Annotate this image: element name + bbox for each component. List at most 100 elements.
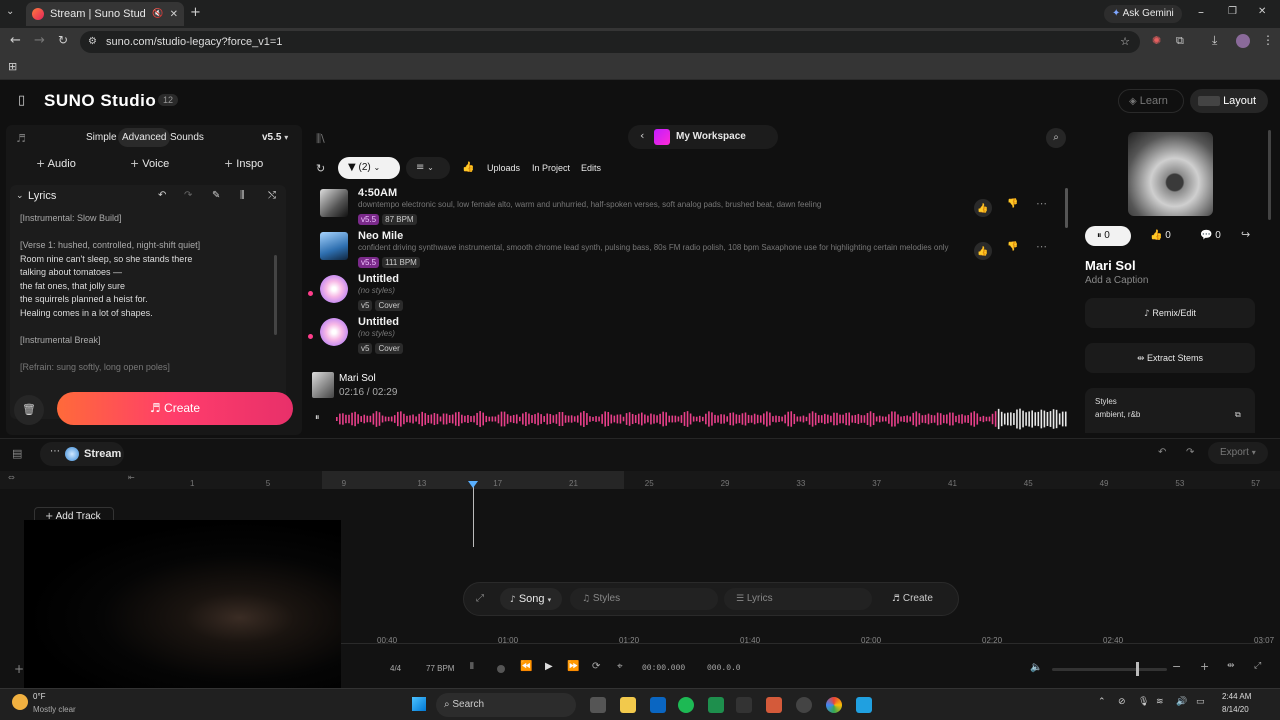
dislike-icon[interactable]: 👎 (1007, 242, 1018, 252)
track-list-scrollbar[interactable] (1065, 188, 1068, 228)
timeline-redo-icon[interactable]: ↷ (1186, 447, 1194, 458)
zoom-slider-thumb[interactable] (1136, 662, 1139, 676)
weather-icon[interactable] (12, 694, 28, 710)
lyrics-scrollbar[interactable] (274, 255, 277, 335)
copy-icon[interactable]: ⧉ (1235, 410, 1241, 420)
chevron-left-icon[interactable]: ‹ (640, 129, 644, 142)
library-panel-icon[interactable]: ⫼\ (316, 132, 325, 146)
share-icon[interactable]: ↪ (1241, 228, 1250, 241)
dislike-icon[interactable]: 👎 (1007, 199, 1018, 209)
github-icon[interactable] (796, 697, 812, 713)
remix-edit-button[interactable]: ♪ Remix/Edit (1085, 298, 1255, 328)
download-icon[interactable]: ⤓ (1212, 33, 1217, 48)
song-mode-select[interactable]: ♪ Song ▾ (500, 588, 562, 610)
bookmark-star-icon[interactable]: ☆ (1120, 31, 1130, 53)
task-view-icon[interactable] (590, 697, 606, 713)
styles-input[interactable]: ♫ Styles (570, 588, 718, 610)
filter-uploads[interactable]: Uploads (487, 163, 520, 173)
pause-icon[interactable]: ⏸ (315, 413, 320, 423)
track-row[interactable]: Untitled (no styles) v5 Cover (308, 271, 1068, 314)
add-audio-button[interactable]: + Audio (36, 157, 76, 170)
playhead-marker[interactable] (468, 481, 478, 488)
notification-badge[interactable]: 12 (158, 94, 179, 106)
time-ruler[interactable] (341, 632, 1263, 644)
minimize-icon[interactable]: – (1198, 5, 1204, 19)
mode-simple[interactable]: Simple (86, 132, 117, 143)
close-tab-icon[interactable]: ✕ (170, 9, 178, 20)
tab-search-icon[interactable]: ⌄ (6, 6, 14, 17)
mode-advanced[interactable]: Advanced (118, 128, 171, 147)
now-playing-title[interactable]: Mari Sol (339, 373, 376, 384)
browser-tab[interactable]: Stream | Suno Studio 🔇 ✕ (26, 2, 184, 26)
like-count-button[interactable]: 👍 0 (1150, 230, 1171, 241)
right-panel-scrollbar[interactable] (1268, 130, 1271, 220)
mode-sounds[interactable]: Sounds (170, 132, 204, 143)
notepad-icon[interactable] (856, 697, 872, 713)
snap-icon[interactable]: ⌖ (617, 661, 623, 672)
layout-button[interactable]: Layout (1190, 89, 1268, 113)
add-inspo-button[interactable]: + Inspo (224, 157, 263, 170)
more-options-icon[interactable]: ⋯ (1036, 240, 1047, 253)
zoom-out-icon[interactable]: − (1172, 660, 1181, 673)
mute-tab-icon[interactable]: 🔇 (152, 9, 163, 19)
track-row[interactable]: Untitled (no styles) v5 Cover (308, 314, 1068, 357)
track-row[interactable]: Neo Mile confident driving synthwave ins… (318, 228, 1068, 271)
composer-create-button[interactable]: ♬ Create (882, 588, 952, 610)
metronome-icon[interactable]: ⫴ (470, 662, 474, 672)
chrome-icon[interactable] (826, 697, 842, 713)
time-signature[interactable]: 4/4 (390, 664, 401, 673)
refresh-icon[interactable]: ↻ (316, 162, 325, 175)
comment-count-button[interactable]: 💬 0 (1200, 230, 1221, 241)
apps-grid-icon[interactable]: ⊞ (8, 60, 17, 73)
waveform[interactable] (336, 408, 1068, 430)
edit-icon[interactable]: ✎ (212, 190, 220, 201)
play-count-button[interactable]: ⏸ 0 (1085, 226, 1131, 246)
extract-stems-button[interactable]: ⇹ Extract Stems (1085, 343, 1255, 373)
epic-games-icon[interactable] (736, 697, 752, 713)
filter-edits[interactable]: Edits (581, 163, 601, 173)
windows-start-icon[interactable] (412, 697, 426, 711)
expand-composer-icon[interactable]: ⤢ (476, 593, 484, 604)
lyrics-textarea[interactable]: [Instrumental: Slow Build] [Verse 1: hus… (20, 212, 268, 417)
redo-icon[interactable]: ↷ (184, 190, 192, 201)
extension-icon[interactable]: ✺ (1152, 34, 1161, 47)
maximize-icon[interactable]: ❐ (1228, 6, 1237, 17)
zoom-slider[interactable] (1052, 668, 1167, 671)
like-icon[interactable]: 👍 (974, 199, 992, 217)
site-info-icon[interactable]: ⚙ (88, 31, 97, 53)
library-icon[interactable]: ⫼ (240, 190, 245, 201)
timeline-undo-icon[interactable]: ↶ (1158, 447, 1166, 458)
menu-icon[interactable]: ⋮ (1262, 33, 1274, 47)
close-window-icon[interactable]: ✕ (1258, 6, 1266, 17)
track-row[interactable]: 4:50AM downtempo electronic soul, low fe… (318, 185, 1068, 228)
profile-avatar[interactable] (1236, 34, 1250, 48)
tray-overflow-icon[interactable]: ⌃ (1098, 697, 1106, 707)
stream-selector[interactable]: ⋯ Stream (40, 442, 124, 466)
battery-icon[interactable]: ▭ (1196, 697, 1205, 707)
fit-icon[interactable]: ⇹ (1227, 661, 1235, 671)
reload-icon[interactable]: ↻ (58, 33, 68, 47)
zoom-in-icon[interactable]: + (1200, 660, 1209, 673)
create-button[interactable]: ♬ Create (57, 392, 293, 425)
speaker-icon[interactable]: 🔊 (1176, 697, 1187, 707)
tray-app-icon[interactable]: ⊘ (1118, 697, 1126, 707)
loop-icon[interactable]: ⟳ (592, 661, 600, 672)
collapse-chevron-icon[interactable]: ⌄ (16, 191, 24, 201)
add-icon[interactable]: + (14, 662, 24, 676)
learn-button[interactable]: ◈ Learn (1118, 89, 1184, 113)
like-icon[interactable]: 👍 (974, 242, 992, 260)
delete-button[interactable]: 🗑 (14, 395, 44, 425)
play-icon[interactable]: ▶ (545, 661, 553, 672)
fast-forward-icon[interactable]: ⏩ (567, 661, 579, 672)
record-icon[interactable] (497, 665, 505, 673)
clock-time[interactable]: 2:44 AM (1222, 692, 1251, 701)
lyrics-input[interactable]: ☰ Lyrics (724, 588, 872, 610)
undo-icon[interactable]: ↶ (158, 190, 166, 201)
ask-gemini-button[interactable]: ✦ Ask Gemini (1104, 5, 1182, 23)
track-title[interactable]: Neo Mile (358, 230, 403, 242)
track-title[interactable]: Untitled (358, 316, 399, 328)
fullscreen-icon[interactable]: ⤢ (1254, 661, 1261, 671)
bpm-display[interactable]: 77 BPM (426, 664, 454, 673)
export-button[interactable]: Export ▾ (1208, 442, 1268, 464)
address-bar[interactable]: ⚙ suno.com/studio-legacy?force_v1=1 ☆ (80, 31, 1140, 53)
